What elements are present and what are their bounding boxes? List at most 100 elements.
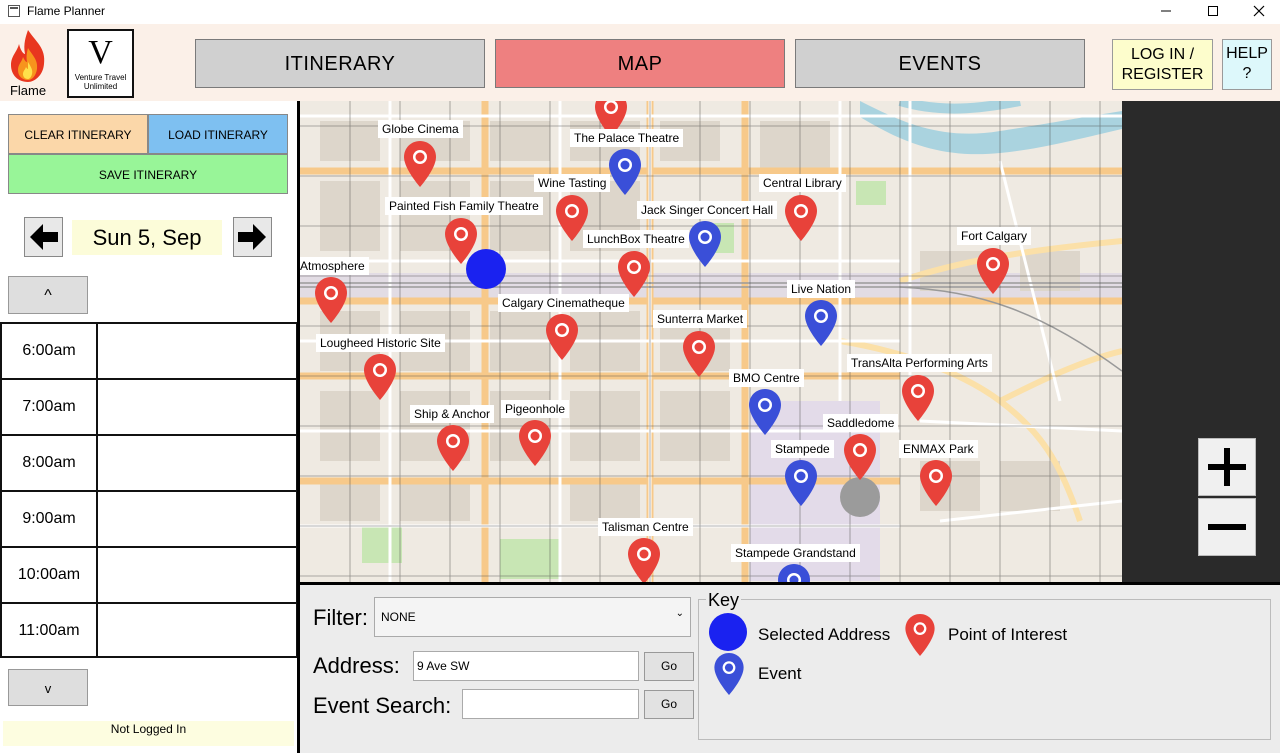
key-title: Key: [706, 590, 742, 611]
tab-itinerary[interactable]: ITINERARY: [195, 39, 485, 88]
key-point-of-interest: Point of Interest: [948, 625, 1068, 644]
maximize-icon: [1208, 6, 1218, 16]
login-line1: LOG IN /: [1130, 46, 1195, 63]
map-label: Lougheed Historic Site: [316, 334, 445, 352]
minimize-icon: [1161, 10, 1171, 12]
login-line2: REGISTER: [1121, 66, 1204, 83]
poi-pin-globe-cinema[interactable]: [404, 141, 436, 187]
event-search-input[interactable]: [462, 689, 639, 719]
scroll-down-button[interactable]: v: [8, 669, 88, 706]
maximize-button[interactable]: [1190, 0, 1236, 24]
map-label: Jack Singer Concert Hall: [637, 201, 778, 219]
scroll-up-button[interactable]: ^: [8, 276, 88, 314]
event-pin-jack-singer[interactable]: [689, 221, 721, 267]
plus-icon: [1208, 448, 1246, 486]
itinerary-panel: CLEAR ITINERARY LOAD ITINERARY SAVE ITIN…: [0, 101, 298, 753]
minimize-button[interactable]: [1143, 0, 1189, 24]
poi-pin-ship-anchor[interactable]: [437, 425, 469, 471]
filter-dropdown[interactable]: NONE ⌄: [374, 597, 691, 637]
map-label: Wine Tasting: [534, 174, 611, 192]
save-itinerary-button[interactable]: SAVE ITINERARY: [8, 154, 288, 194]
tab-map[interactable]: MAP: [495, 39, 785, 88]
map-label: Atmosphere: [300, 257, 369, 275]
map-label: Live Nation: [787, 280, 856, 298]
load-itinerary-button[interactable]: LOAD ITINERARY: [148, 114, 288, 154]
address-go-button[interactable]: Go: [644, 652, 694, 681]
close-button[interactable]: [1236, 0, 1280, 24]
poi-pin-saddledome[interactable]: [844, 434, 876, 480]
clear-itinerary-button[interactable]: CLEAR ITINERARY: [8, 114, 148, 154]
close-icon: [1253, 5, 1265, 17]
next-day-button[interactable]: [233, 217, 272, 257]
poi-pin-sunterra[interactable]: [683, 331, 715, 377]
arrow-left-icon: [30, 224, 58, 250]
arrow-right-icon: [238, 224, 266, 250]
poi-pin-calgary-cinematheque[interactable]: [546, 314, 578, 360]
map-label: Painted Fish Family Theatre: [385, 197, 543, 215]
poi-pin-pigeonhole[interactable]: [519, 420, 551, 466]
time-slot-cell[interactable]: [98, 380, 296, 434]
poi-pin-enmax-park[interactable]: [920, 460, 952, 506]
poi-pin-lougheed[interactable]: [364, 354, 396, 400]
selected-address-marker[interactable]: [466, 249, 506, 289]
time-slot-row: 10:00am: [0, 546, 298, 602]
previous-day-button[interactable]: [24, 217, 63, 257]
time-slot-cell[interactable]: [98, 548, 296, 602]
time-slot-cell[interactable]: [98, 436, 296, 490]
poi-pin-lunchbox[interactable]: [618, 251, 650, 297]
event-pin-palace-theatre[interactable]: [609, 149, 641, 195]
time-slot-cell[interactable]: [98, 492, 296, 546]
poi-pin-transalta[interactable]: [902, 375, 934, 421]
partner-name-line2: Unlimited: [83, 82, 118, 91]
time-slot-row: 8:00am: [0, 434, 298, 490]
poi-pin-fort-calgary[interactable]: [977, 248, 1009, 294]
filter-value: NONE: [381, 610, 416, 624]
event-search-go-button[interactable]: Go: [644, 690, 694, 719]
chevron-down-icon: ⌄: [675, 608, 684, 619]
filter-label: Filter:: [313, 605, 368, 630]
event-pin-bmo-centre[interactable]: [749, 389, 781, 435]
address-input[interactable]: 9 Ave SW: [413, 651, 639, 681]
current-date: Sun 5, Sep: [72, 220, 222, 255]
zoom-in-button[interactable]: [1198, 438, 1256, 496]
map-label: Fort Calgary: [957, 227, 1032, 245]
zoom-out-button[interactable]: [1198, 498, 1256, 556]
map-label: Pigeonhole: [501, 400, 570, 418]
map-label: Talisman Centre: [598, 518, 693, 536]
app-icon: [8, 5, 20, 17]
help-line2: ?: [1242, 65, 1252, 82]
header: Flame V Venture Travel Unlimited ITINERA…: [0, 24, 1280, 101]
time-slot-row: 9:00am: [0, 490, 298, 546]
minus-icon: [1208, 524, 1246, 530]
time-slot-row: 7:00am: [0, 378, 298, 434]
poi-pin-central-library[interactable]: [785, 195, 817, 241]
poi-pin-talisman[interactable]: [628, 538, 660, 582]
map-label: TransAlta Performing Arts: [847, 354, 992, 372]
time-slot-list: 6:00am 7:00am 8:00am 9:00am 10:00am 11:0…: [0, 322, 298, 658]
map-label: Central Library: [759, 174, 846, 192]
event-pin-stampede-grandstand[interactable]: [778, 564, 810, 582]
map-view[interactable]: Globe Cinema The Palace Theatre Wine Tas…: [300, 101, 1122, 582]
time-slot-time: 9:00am: [2, 492, 98, 546]
event-pin-live-nation[interactable]: [805, 300, 837, 346]
event-pin-stampede[interactable]: [785, 460, 817, 506]
time-slot-cell[interactable]: [98, 324, 296, 378]
help-button[interactable]: HELP ?: [1222, 39, 1272, 90]
map-label: BMO Centre: [729, 369, 804, 387]
map-label: The Palace Theatre: [570, 129, 684, 147]
app-window: Flame Planner Flame V Venture Travel Unl…: [0, 0, 1280, 753]
time-slot-cell[interactable]: [98, 604, 296, 656]
login-status: Not Logged In: [3, 721, 294, 746]
time-slot-time: 11:00am: [2, 604, 98, 656]
map-label: Globe Cinema: [378, 120, 463, 138]
time-slot-time: 10:00am: [2, 548, 98, 602]
flame-label: Flame: [9, 83, 47, 98]
map-label: LunchBox Theatre: [583, 230, 689, 248]
login-register-button[interactable]: LOG IN / REGISTER: [1112, 39, 1213, 90]
map-label: Stampede Grandstand: [731, 544, 860, 562]
tab-events[interactable]: EVENTS: [795, 39, 1085, 88]
time-slot-time: 8:00am: [2, 436, 98, 490]
poi-pin-atmosphere[interactable]: [315, 277, 347, 323]
event-key-icon: [714, 653, 744, 695]
time-slot-row: 6:00am: [0, 322, 298, 378]
